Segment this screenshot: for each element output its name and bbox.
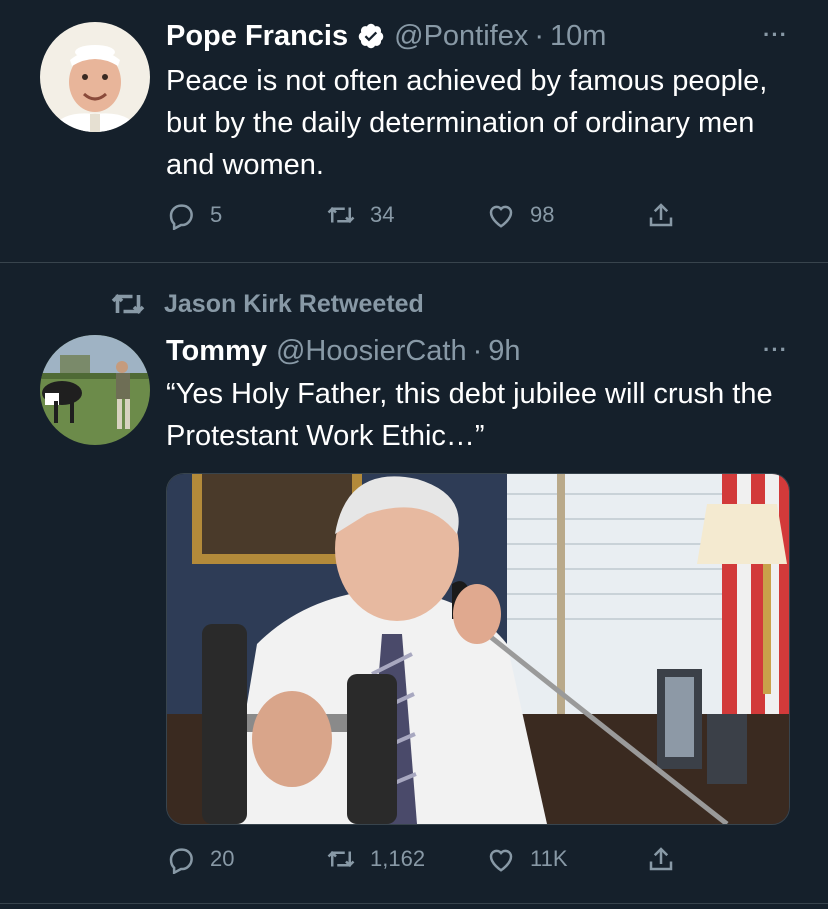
share-icon [649, 847, 673, 871]
separator-dot: · [534, 19, 545, 52]
tweet-text: Peace is not often achieved by famous pe… [166, 65, 768, 181]
author-name[interactable]: Pope Francis [166, 20, 348, 53]
tweet-actions: 5 34 98 [166, 195, 706, 235]
avatar-tommy[interactable] [40, 335, 150, 445]
share-icon [649, 203, 673, 227]
retweeted-by-text: Jason Kirk Retweeted [164, 289, 424, 318]
tweet-header: Pope Francis @Pontifex · 10m [166, 16, 606, 56]
retweet-icon [111, 293, 145, 315]
retweeted-by-label[interactable]: Jason Kirk Retweeted [110, 287, 424, 321]
reply-icon [169, 848, 193, 874]
retweet-icon [327, 206, 355, 224]
verified-badge-icon [357, 22, 385, 50]
heart-icon [489, 205, 513, 228]
reply-button[interactable]: 20 [166, 839, 234, 879]
retweet-button[interactable]: 34 [326, 195, 394, 235]
like-button[interactable]: 11K [486, 839, 568, 879]
retweet-button[interactable]: 1,162 [326, 839, 425, 879]
reply-count: 5 [210, 202, 223, 227]
tweet-time[interactable]: 9h [488, 335, 520, 368]
like-count: 11K [530, 846, 568, 871]
separator-dot: · [472, 334, 483, 367]
avatar-image [40, 335, 150, 445]
avatar-pope-francis[interactable] [40, 22, 150, 132]
tweet-time[interactable]: 10m [550, 20, 606, 53]
share-button[interactable] [646, 195, 690, 235]
like-count: 98 [530, 202, 555, 227]
heart-icon [489, 849, 513, 872]
avatar-image [40, 22, 150, 132]
author-handle[interactable]: @Pontifex [394, 20, 528, 53]
tweet-media-image[interactable] [166, 473, 790, 825]
retweet-count: 1,162 [370, 846, 426, 871]
more-options-button[interactable]: ··· [763, 337, 788, 363]
more-options-button[interactable]: ··· [763, 22, 788, 48]
tweet-actions: 20 1,162 11K [166, 839, 706, 879]
reply-icon [169, 204, 193, 230]
tweet-pope-francis[interactable]: Pope Francis @Pontifex · 10m ··· Peace i… [0, 0, 828, 262]
reply-button[interactable]: 5 [166, 195, 222, 235]
tweet-text: “Yes Holy Father, this debt jubilee will… [166, 378, 773, 452]
retweet-icon [327, 850, 355, 868]
author-name[interactable]: Tommy [166, 335, 267, 368]
media-photo [167, 474, 789, 824]
share-button[interactable] [646, 839, 690, 879]
like-button[interactable]: 98 [486, 195, 554, 235]
bottom-divider [0, 903, 828, 904]
reply-count: 20 [210, 846, 235, 871]
tweet-header: Tommy @HoosierCath · 9h [166, 331, 521, 371]
tweet-tommy[interactable]: Jason Kirk Retweeted Tommy @HoosierCath … [0, 263, 828, 909]
author-handle[interactable]: @HoosierCath [276, 335, 467, 368]
retweet-count: 34 [370, 202, 395, 227]
